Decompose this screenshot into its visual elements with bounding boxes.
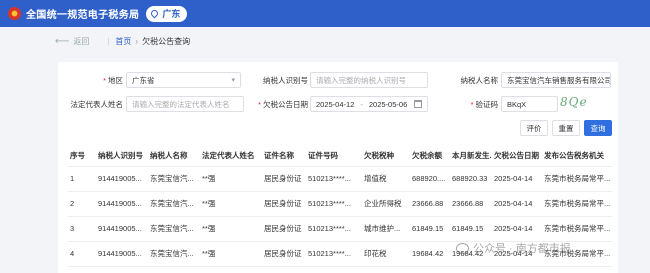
table-cell: 510213****... [306,191,362,217]
breadcrumb-chevron-icon: › [135,36,139,46]
table-header-row: 序号 纳税人识别号 纳税人名称 法定代表人姓名 证件名称 证件号码 欠税税种 欠… [68,146,612,167]
captcha-input[interactable]: BKqX [501,96,558,112]
table-cell: 东莞宝信汽... [148,191,200,217]
table-cell: 19684.42 [410,241,450,267]
table-cell: 东莞宝信汽... [148,216,200,242]
column-header: 本月新发生... [450,146,492,167]
table-cell: **强 [200,166,262,192]
table-cell: 688920.... [410,166,450,192]
column-header: 证件号码 [306,146,362,167]
column-header: 纳税人名称 [148,146,200,167]
site-title: 全国统一规范电子税务局 [26,10,140,21]
table-cell: 东莞宝信汽... [148,166,200,192]
table-cell: 510213****... [306,241,362,267]
chevron-down-icon: ▾ [231,77,235,84]
table-row[interactable]: 2 914419005... 东莞宝信汽... **强 居民身份证 510213… [68,191,612,217]
date-start: 2025-04-12 [316,99,355,109]
date-range-picker[interactable]: 2025-04-12 - 2025-05-06 [310,96,428,112]
calendar-icon [414,100,422,108]
back-label: 返回 [73,36,90,46]
column-header: 证件名称 [262,146,306,167]
column-header: 欠税余额 [410,146,450,167]
column-header: 发布公告税务机关 [542,146,612,167]
table-row[interactable]: 3 914419005... 东莞宝信汽... **强 居民身份证 510213… [68,216,612,242]
column-header: 序号 [68,146,96,167]
date-separator: - [360,99,363,109]
column-header: 欠税公告日期 [492,146,542,167]
table-cell: 居民身份证 [262,216,306,242]
table-cell: 510213****... [306,216,362,242]
back-button[interactable]: ⟵ 返回 [55,36,89,47]
column-header: 纳税人识别号 [96,146,148,167]
region-label: 广东 [162,9,181,19]
query-button[interactable]: 查询 [584,120,612,136]
table-cell: 城市维护... [362,216,410,242]
table-cell: 3 [68,216,96,242]
table-cell: 东莞市税务局常平... [542,166,612,192]
table-cell: 914419005... [96,166,148,192]
table-cell: 东莞市税务局常平... [542,216,612,242]
captcha-label: * 验证码 [470,100,498,109]
legal-rep-input[interactable]: 请输入完整的法定代表人姓名 [126,96,244,112]
date-end: 2025-05-06 [368,99,408,109]
table-cell: 2025-04-14 [492,166,542,192]
table-cell: 东莞市税务局常平... [542,191,612,217]
table-row[interactable]: 1 914419005... 东莞宝信汽... **强 居民身份证 510213… [68,166,612,192]
table-cell: 东莞宝信汽... [148,241,200,267]
breadcrumb-home-link[interactable]: 首页 [115,36,131,47]
table-cell: 688920.33 [450,166,492,192]
table-cell: 2 [68,191,96,217]
table-cell: **强 [200,191,262,217]
taxpayer-name-input[interactable]: 东莞宝信汽车销售服务有限公司 [501,72,611,88]
legal-rep-label: 法定代表人姓名 [70,100,124,109]
region-field-label: * 地区 [103,76,123,85]
column-header: 法定代表人姓名 [200,146,262,167]
table-cell: 23666.88 [410,191,450,217]
table-cell: 居民身份证 [262,241,306,267]
table-cell: 增值税 [362,166,410,192]
location-pin-icon [149,8,160,19]
table-cell: 2025-04-14 [492,191,542,217]
table-cell: **强 [200,241,262,267]
table-cell: 510213****... [306,166,362,192]
table-cell: 914419005... [96,191,148,217]
table-cell: 2025-04-14 [492,216,542,242]
evaluate-button[interactable]: 评价 [520,120,548,136]
breadcrumb: ⟵ 返回 | 首页 › 欠税公告查询 [0,27,650,55]
taxpayer-id-label: 纳税人识别号 [263,76,308,85]
table-cell: 企业所得税 [362,191,410,217]
column-header: 欠税税种 [362,146,410,167]
watermark: 公众号 · 南方都市报 [456,240,571,256]
table-cell: 61849.15 [410,216,450,242]
table-cell: 印花税 [362,241,410,267]
watermark-text: 公众号 · 南方都市报 [473,243,571,255]
captcha-image[interactable]: 8Qe [560,95,610,111]
taxpayer-name-label: 纳税人名称 [460,76,499,85]
region-select[interactable]: 广东省 ▾ [126,72,241,88]
wechat-icon [456,242,469,254]
table-cell: 居民身份证 [262,191,306,217]
region-switch-button[interactable]: 广东 [146,5,188,22]
tax-emblem-icon [8,7,21,20]
date-range-label: * 欠税公告日期 [258,100,308,109]
table-cell: 914419005... [96,216,148,242]
table-cell: 914419005... [96,241,148,267]
top-bar: 全国统一规范电子税务局 广东 [0,0,650,27]
table-cell: 居民身份证 [262,166,306,192]
breadcrumb-current: 欠税公告查询 [142,36,191,46]
table-cell: 4 [68,241,96,267]
table-cell: 61849.15 [450,216,492,242]
breadcrumb-divider: | [107,36,110,46]
taxpayer-id-input[interactable]: 请输入完整的纳税人识别号 [310,72,428,88]
table-cell: 23666.88 [450,191,492,217]
table-cell: **强 [200,216,262,242]
arrow-left-icon: ⟵ [55,35,70,47]
table-cell: 1 [68,166,96,192]
reset-button[interactable]: 重置 [552,120,580,136]
